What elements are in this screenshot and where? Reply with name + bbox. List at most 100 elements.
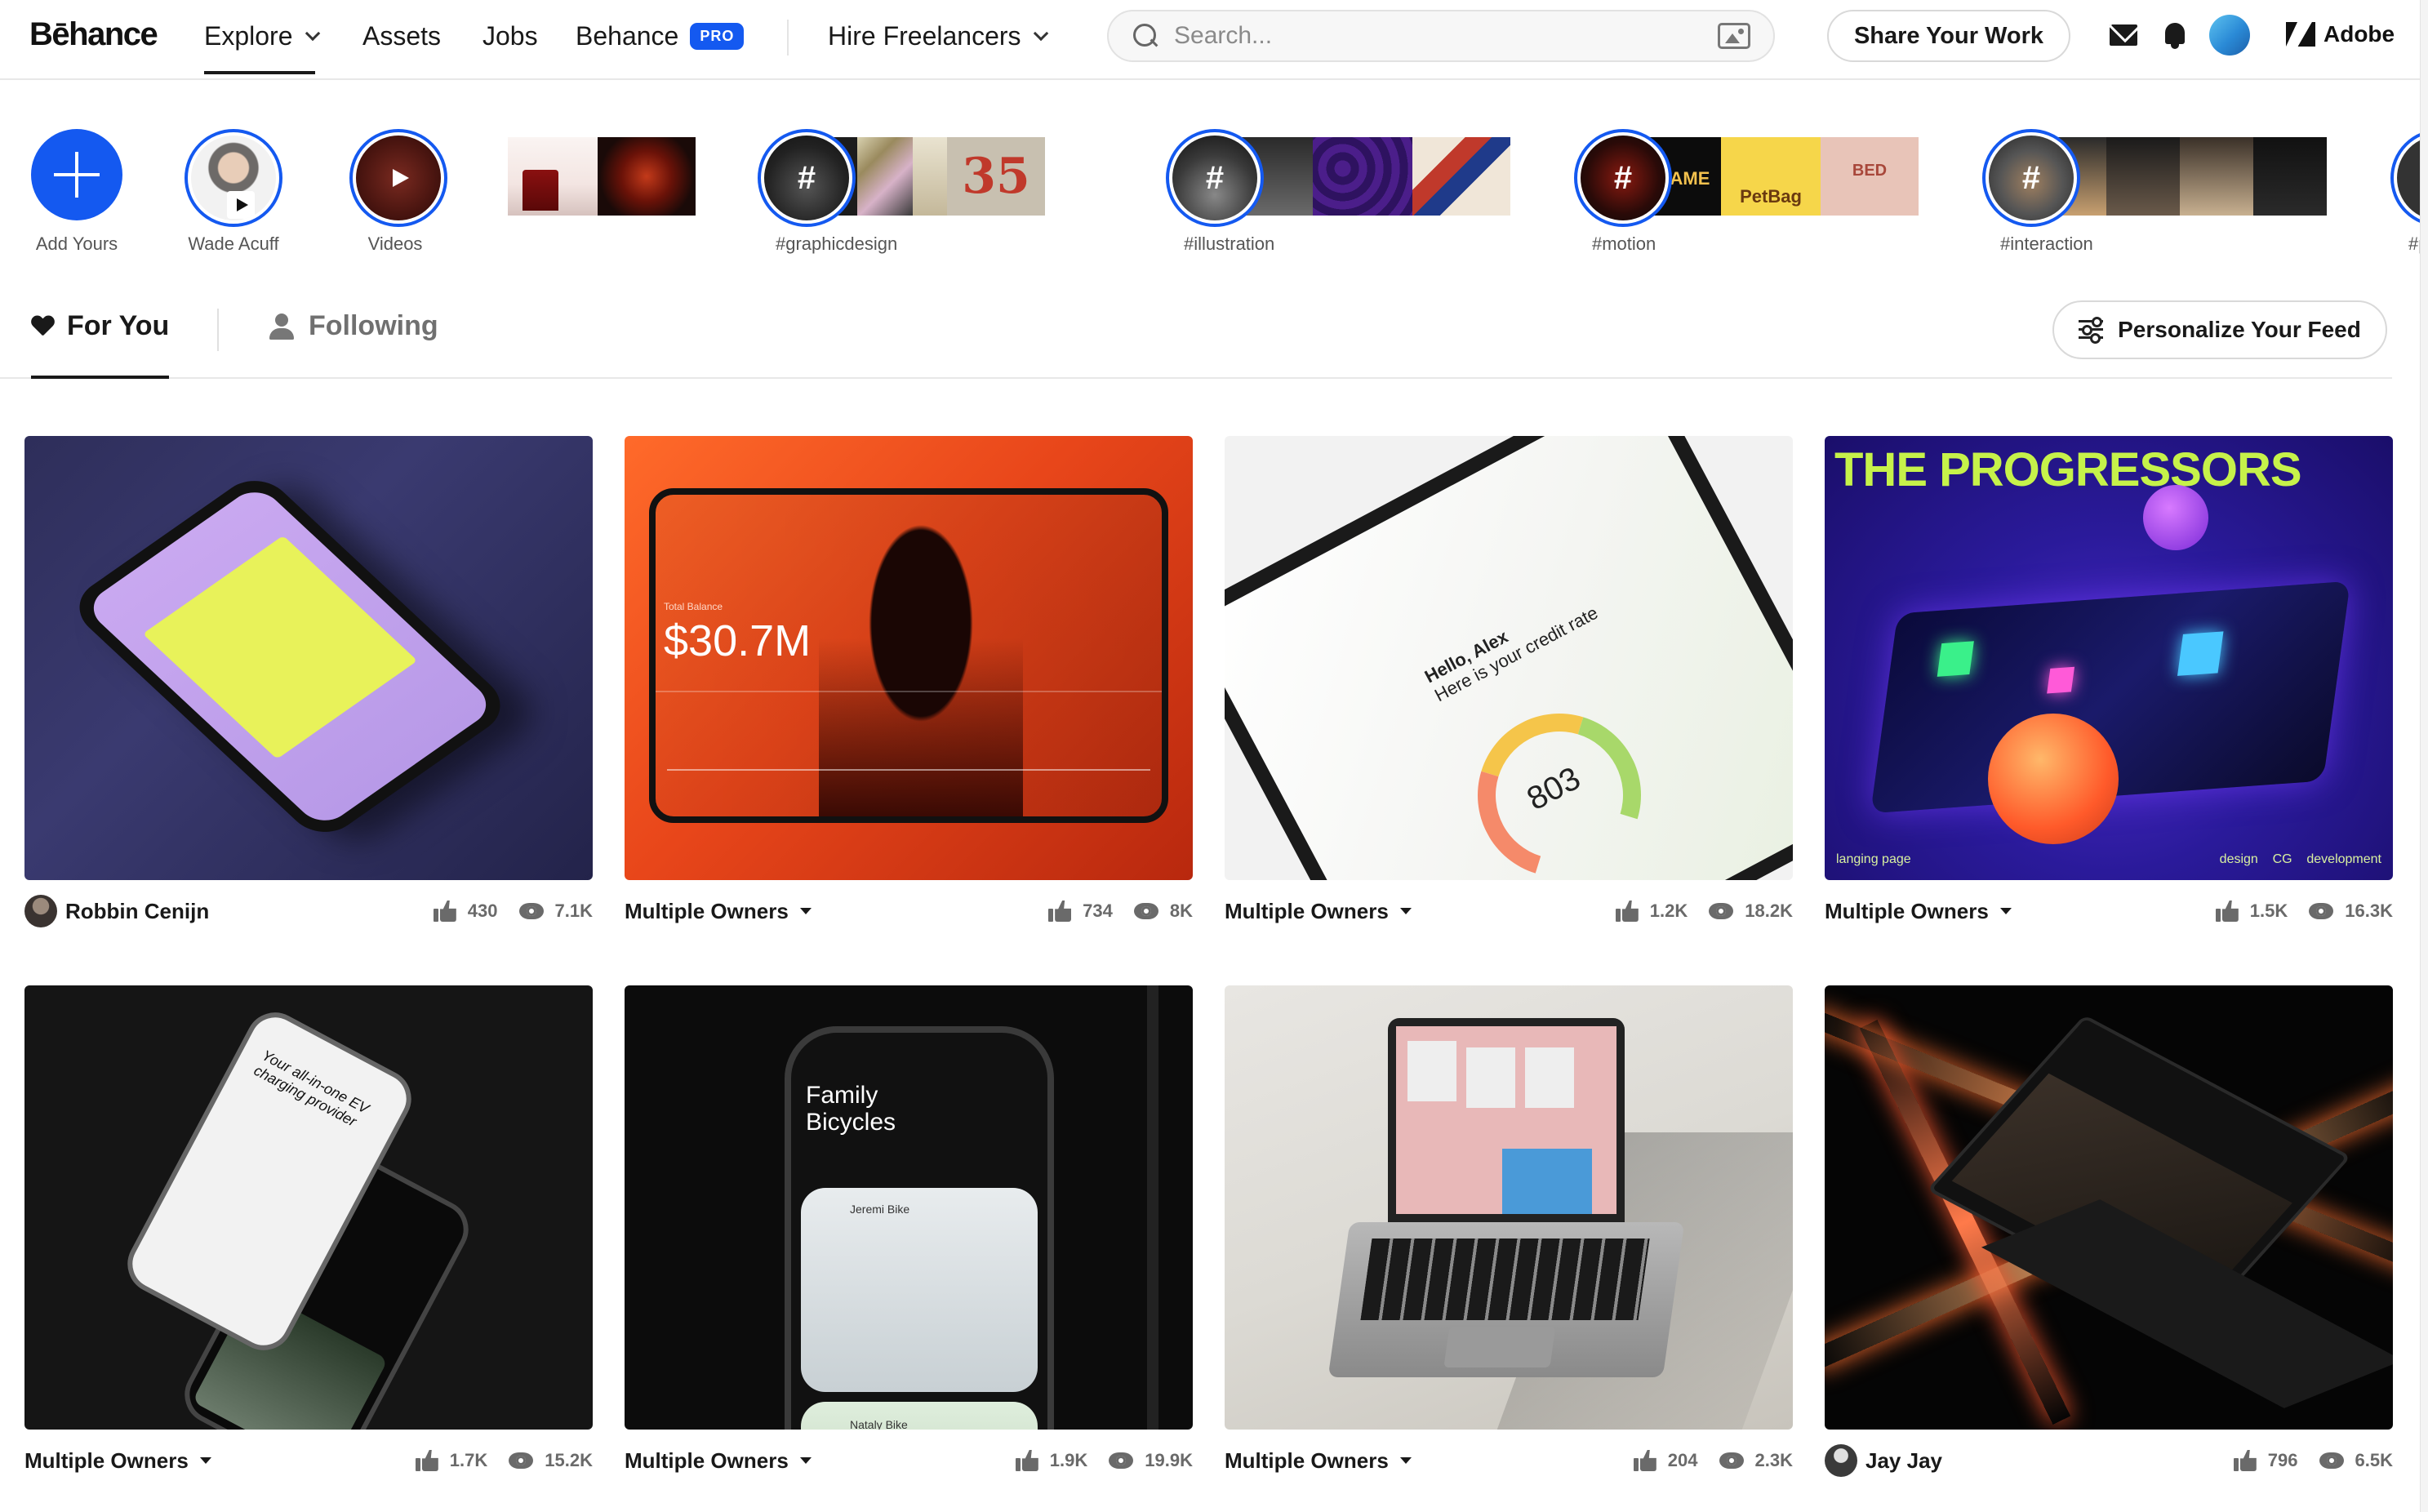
eye-icon	[1133, 903, 1158, 919]
project-thumbnail[interactable]	[24, 436, 593, 880]
owner-link[interactable]: Robbin Cenijn	[24, 895, 209, 927]
project-card[interactable]: Your all-in-one EV charging provider Mul…	[24, 985, 593, 1473]
nav-assets[interactable]: Assets	[362, 21, 441, 51]
project-card[interactable]: Multiple Owners 204 2.3K	[1225, 985, 1793, 1473]
search-input[interactable]	[1174, 22, 1718, 50]
story-graphicdesign[interactable]: INEL 35 # #graphicdesign	[758, 122, 1101, 261]
view-count: 2.3K	[1754, 1450, 1793, 1470]
project-card[interactable]: Family Bicycles Jeremi Bike Nataly Bike …	[625, 985, 1193, 1473]
project-stats: 1.5K 16.3K	[2215, 901, 2393, 922]
behance-logo[interactable]: Bēhance	[29, 16, 158, 53]
tag-left: langing page	[1836, 852, 1911, 866]
project-thumbnail[interactable]: Total Balance $30.7M	[625, 436, 1193, 880]
owner-name: Multiple Owners	[24, 1448, 189, 1473]
caret-down-icon	[1999, 908, 2012, 914]
bell-icon[interactable]	[2163, 21, 2186, 49]
story-wade-acuff[interactable]: Wade Acuff	[185, 122, 282, 261]
story-illustration[interactable]: # #illustration	[1166, 122, 1510, 261]
tab-for-you[interactable]: For You	[31, 310, 170, 379]
video-thumbnail	[356, 136, 441, 220]
nav-hire-freelancers[interactable]: Hire Freelancers	[828, 21, 1048, 51]
avatar	[1825, 1444, 1857, 1477]
caret-down-icon	[799, 1457, 812, 1464]
story-ring	[185, 129, 282, 227]
eye-icon	[1709, 903, 1734, 919]
project-stats: 734 8K	[1048, 901, 1193, 922]
overlay-sub: Total Balance	[664, 601, 723, 612]
project-card[interactable]: Robbin Cenijn 430 7.1K	[24, 436, 593, 927]
project-card[interactable]: Jay Jay 796 6.5K	[1825, 985, 2393, 1477]
like-count: 204	[1667, 1450, 1698, 1470]
nav-divider	[787, 20, 789, 56]
story-label: #graphicdesign	[776, 233, 898, 254]
story-label: #interaction	[2000, 233, 2093, 254]
story-label: #motion	[1592, 233, 1656, 254]
project-thumbnail[interactable]: Hello, Alex Here is your credit rate 803	[1225, 436, 1793, 880]
hashtag-icon: #	[1172, 136, 1257, 220]
nav-hire-label: Hire Freelancers	[828, 21, 1021, 51]
adobe-link[interactable]: Adobe	[2286, 21, 2395, 47]
owner-dropdown[interactable]: Multiple Owners	[625, 1448, 812, 1474]
owner-name: Multiple Owners	[625, 1448, 789, 1473]
project-thumbnail[interactable]: Family Bicycles Jeremi Bike Nataly Bike	[625, 985, 1193, 1430]
owner-dropdown[interactable]: Multiple Owners	[1225, 1448, 1412, 1474]
project-meta: Multiple Owners 1.7K 15.2K	[24, 1443, 593, 1479]
overlay-title: Your all-in-one EV charging provider	[251, 1047, 372, 1130]
thumbs-up-icon	[433, 901, 456, 922]
project-thumbnail[interactable]	[1825, 985, 2393, 1430]
share-your-work-button[interactable]: Share Your Work	[1827, 10, 2070, 62]
tab-for-you-label: For You	[67, 310, 170, 341]
project-card[interactable]: Hello, Alex Here is your credit rate 803…	[1225, 436, 1793, 923]
project-meta: Multiple Owners 204 2.3K	[1225, 1443, 1793, 1479]
story-strip-preview[interactable]	[508, 137, 696, 216]
nav-behance-pro[interactable]: Behance PRO	[576, 21, 745, 51]
story-motion[interactable]: AME PetBag BED # #motion	[1574, 122, 1919, 261]
project-stats: 430 7.1K	[433, 901, 593, 922]
adobe-logo-icon	[2286, 22, 2315, 47]
story-label: Wade Acuff	[188, 233, 279, 254]
project-thumbnail[interactable]: Your all-in-one EV charging provider	[24, 985, 593, 1430]
hashtag-icon: #	[1581, 136, 1665, 220]
tag-right: design CG development	[2219, 852, 2381, 866]
story-ring: #	[758, 129, 856, 227]
bike-name-2: Nataly Bike	[850, 1418, 908, 1430]
personalize-feed-button[interactable]: Personalize Your Feed	[2052, 300, 2387, 359]
owner-name: Jay Jay	[1865, 1448, 1942, 1473]
thumbs-up-icon	[1015, 1450, 1038, 1471]
project-card[interactable]: Total Balance $30.7M Multiple Owners 734…	[625, 436, 1193, 923]
owner-dropdown[interactable]: Multiple Owners	[625, 899, 812, 924]
project-thumbnail[interactable]: THE PROGRESSORS langing page design CG d…	[1825, 436, 2393, 880]
project-thumbnail[interactable]	[1225, 985, 1793, 1430]
overlay-title: $30.7M	[664, 616, 812, 665]
chevron-down-icon	[1033, 25, 1048, 42]
nav-jobs-label: Jobs	[482, 21, 538, 51]
story-add-yours[interactable]: Add Yours	[0, 122, 153, 261]
owner-link[interactable]: Jay Jay	[1825, 1444, 1942, 1477]
adobe-label: Adobe	[2323, 21, 2395, 47]
eye-icon	[1719, 1452, 1744, 1469]
person-icon	[268, 313, 296, 340]
scrollbar[interactable]	[2420, 0, 2428, 1512]
user-avatar[interactable]	[2209, 15, 2250, 56]
image-search-icon[interactable]	[1718, 23, 1750, 49]
owner-dropdown[interactable]: Multiple Owners	[1225, 899, 1412, 924]
tab-following[interactable]: Following	[268, 310, 438, 342]
stories-row: Add Yours Wade Acuff Videos INEL	[0, 122, 2428, 261]
project-meta: Multiple Owners 1.5K 16.3K	[1825, 893, 2393, 929]
story-ring: #	[1982, 129, 2080, 227]
story-interaction[interactable]: # #interaction	[1982, 122, 2327, 261]
owner-dropdown[interactable]: Multiple Owners	[24, 1448, 211, 1474]
eye-icon	[1109, 1452, 1134, 1469]
nav-jobs[interactable]: Jobs	[482, 21, 538, 51]
hashtag-icon: #	[764, 136, 849, 220]
mail-icon[interactable]	[2110, 24, 2137, 46]
story-videos[interactable]: Videos	[346, 122, 447, 261]
story-ring	[349, 129, 447, 227]
owner-dropdown[interactable]: Multiple Owners	[1825, 899, 2012, 924]
thumbs-up-icon	[2233, 1450, 2257, 1471]
preview-image	[598, 137, 696, 216]
project-meta: Multiple Owners 1.9K 19.9K	[625, 1443, 1193, 1479]
view-count: 15.2K	[545, 1450, 593, 1470]
nav-explore[interactable]: Explore	[204, 21, 320, 74]
project-card[interactable]: THE PROGRESSORS langing page design CG d…	[1825, 436, 2393, 923]
